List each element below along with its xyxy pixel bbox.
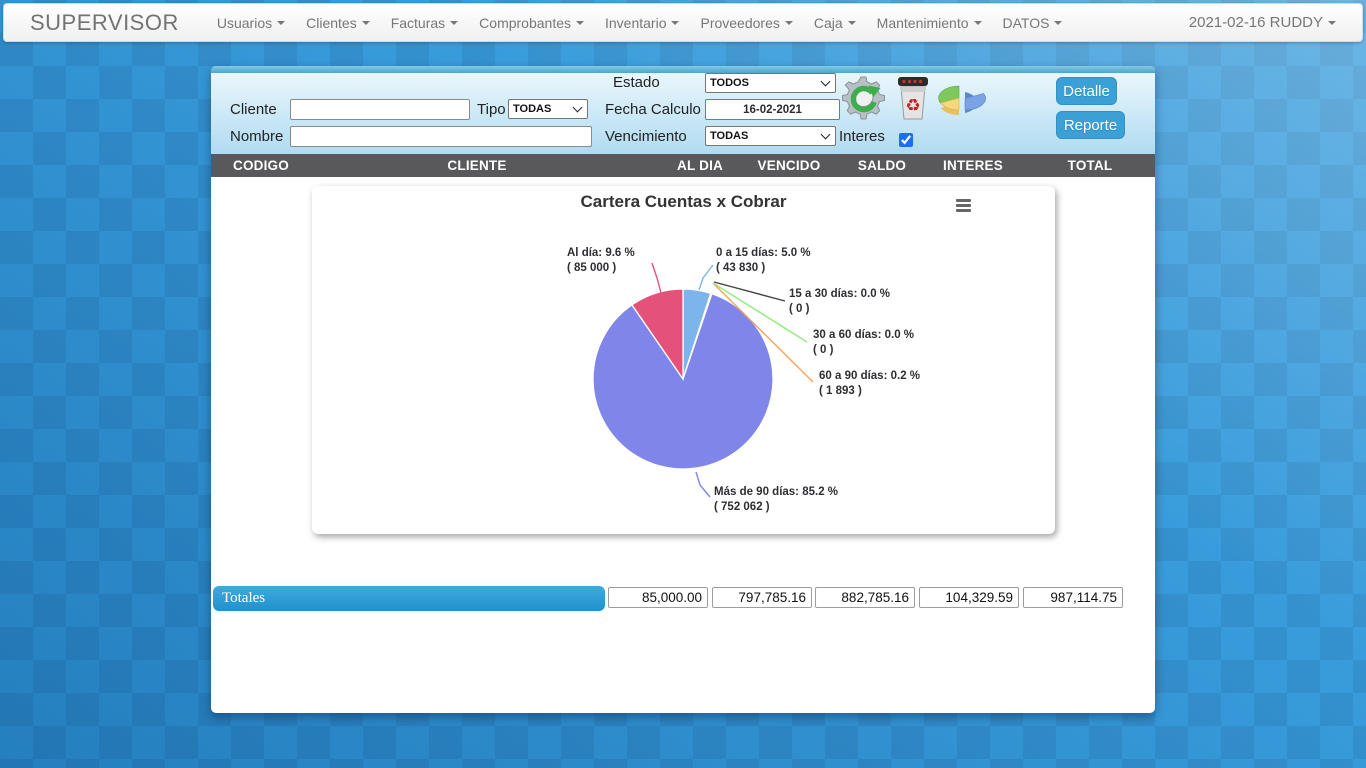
nombre-label: Nombre <box>230 128 283 145</box>
chevron-down-icon <box>576 21 584 25</box>
col-codigo: CODIGO <box>233 158 289 173</box>
pie-chart-icon[interactable] <box>937 82 989 120</box>
total-aldia-value: 85,000.00 <box>608 587 708 608</box>
vencimiento-select[interactable]: TODAS <box>705 126 836 146</box>
col-vencido: VENCIDO <box>758 158 821 173</box>
menu-inventario[interactable]: Inventario <box>605 15 679 31</box>
vencimiento-label: Vencimiento <box>605 128 687 145</box>
chevron-down-icon <box>362 21 370 25</box>
cliente-input[interactable] <box>290 99 470 120</box>
total-vencido-value: 797,785.16 <box>712 587 812 608</box>
svg-text:♻: ♻ <box>905 96 920 116</box>
chart-panel: Cartera Cuentas x Cobrar 0 a 15 días: 5.… <box>312 186 1055 534</box>
tipo-label: Tipo <box>477 101 506 118</box>
total-saldo-value: 882,785.16 <box>815 587 915 608</box>
main-card: Estado TODOS Cliente Tipo TODAS Fecha Ca… <box>211 66 1155 713</box>
pie-slice-label: 0 a 15 días: 5.0 %( 43 830 ) <box>716 246 811 276</box>
menu-comprobantes[interactable]: Comprobantes <box>479 15 584 31</box>
estado-select-wrap: TODOS <box>705 73 836 93</box>
pie-connector <box>652 263 661 293</box>
chevron-down-icon <box>450 21 458 25</box>
reporte-button[interactable]: Reporte <box>1056 111 1125 139</box>
chevron-down-icon <box>848 21 856 25</box>
filter-panel: Estado TODOS Cliente Tipo TODAS Fecha Ca… <box>211 73 1155 154</box>
table-header: CODIGO CLIENTE AL DIA VENCIDO SALDO INTE… <box>211 154 1155 177</box>
menu-facturas[interactable]: Facturas <box>391 15 458 31</box>
estado-label: Estado <box>613 74 660 91</box>
menu-caja[interactable]: Caja <box>814 15 856 31</box>
col-cliente: CLIENTE <box>447 158 506 173</box>
col-aldia: AL DIA <box>677 158 723 173</box>
estado-select[interactable]: TODOS <box>705 73 836 93</box>
chevron-down-icon <box>1054 21 1062 25</box>
menu-proveedores[interactable]: Proveedores <box>700 15 792 31</box>
trash-recycle-icon[interactable]: ♻ <box>891 75 935 121</box>
chevron-down-icon <box>785 21 793 25</box>
chevron-down-icon <box>671 21 679 25</box>
pie-slice-label: Más de 90 días: 85.2 %( 752 062 ) <box>714 485 838 515</box>
chevron-down-icon <box>974 21 982 25</box>
interes-checkbox[interactable] <box>899 133 913 147</box>
pie-connector <box>714 282 785 301</box>
tipo-select-wrap: TODAS <box>508 99 588 119</box>
menu-usuarios[interactable]: Usuarios <box>217 15 285 31</box>
pie-connector <box>699 265 713 290</box>
gear-refresh-icon[interactable] <box>839 72 887 120</box>
menu-datos[interactable]: DATOS <box>1003 15 1063 31</box>
detalle-button[interactable]: Detalle <box>1056 77 1117 105</box>
desktop-background: SUPERVISOR Usuarios Clientes Facturas Co… <box>0 0 1366 768</box>
interes-label: Interes <box>839 128 885 145</box>
tipo-select[interactable]: TODAS <box>508 99 588 119</box>
menu-mantenimiento[interactable]: Mantenimiento <box>877 15 982 31</box>
user-menu[interactable]: 2021-02-16 RUDDY <box>1189 14 1336 31</box>
panel-top-strip <box>211 66 1155 73</box>
total-total-value: 987,114.75 <box>1023 587 1123 608</box>
navbar-brand[interactable]: SUPERVISOR <box>30 10 179 36</box>
col-saldo: SALDO <box>858 158 906 173</box>
pie-slice-label: Al día: 9.6 %( 85 000 ) <box>567 246 635 276</box>
main-menu: Usuarios Clientes Facturas Comprobantes … <box>217 15 1063 31</box>
vencimiento-select-wrap: TODAS <box>705 126 836 146</box>
cliente-label: Cliente <box>230 101 277 118</box>
menu-clientes[interactable]: Clientes <box>306 15 370 31</box>
col-interes: INTERES <box>943 158 1003 173</box>
pie-slice-label: 30 a 60 días: 0.0 %( 0 ) <box>813 328 914 358</box>
col-total: TOTAL <box>1068 158 1113 173</box>
nombre-input[interactable] <box>290 126 592 147</box>
pie-slice-label: 60 a 90 días: 0.2 %( 1 893 ) <box>819 369 920 399</box>
chevron-down-icon <box>1328 21 1336 25</box>
pie-connector <box>696 472 710 497</box>
totals-label: Totales <box>222 590 265 606</box>
top-navbar: SUPERVISOR Usuarios Clientes Facturas Co… <box>3 3 1363 42</box>
fecha-calculo-label: Fecha Calculo <box>605 101 701 118</box>
total-interes-value: 104,329.59 <box>919 587 1019 608</box>
pie-chart: 0 a 15 días: 5.0 %( 43 830 ) 15 a 30 días… <box>312 186 1055 534</box>
fecha-calculo-input[interactable] <box>705 99 840 120</box>
chevron-down-icon <box>277 21 285 25</box>
totals-row: Totales 85,000.00 797,785.16 882,785.16 … <box>211 586 1155 616</box>
totals-label-bar: Totales <box>213 586 605 611</box>
pie-slice-label: 15 a 30 días: 0.0 %( 0 ) <box>789 287 890 317</box>
